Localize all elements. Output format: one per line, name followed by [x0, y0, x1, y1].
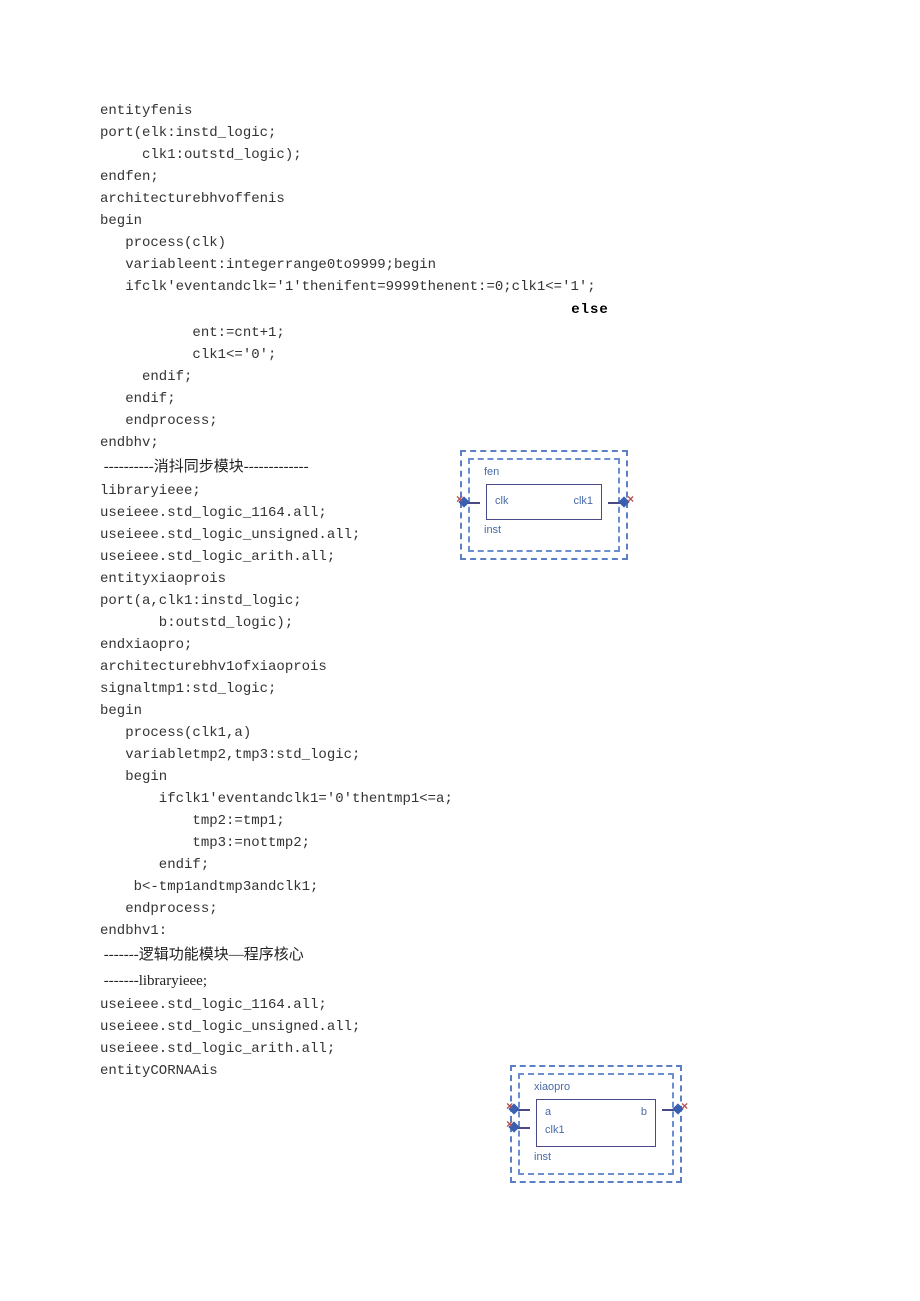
block-diagram-fen: fen clk clk1 inst × × [460, 450, 628, 560]
code-line: entityxiaoprois [100, 568, 820, 590]
code-line: begin [100, 766, 820, 788]
code-line: begin [100, 700, 820, 722]
code-line: port(a,clk1:instd_logic; [100, 590, 820, 612]
code-line: endxiaopro; [100, 634, 820, 656]
code-line: clk1:outstd_logic); [100, 144, 820, 166]
instance-name: inst [484, 524, 612, 536]
code-line: useieee.std_logic_unsigned.all; [100, 1016, 820, 1038]
code-line: begin [100, 210, 820, 232]
code-line: clk1<='0'; [100, 344, 820, 366]
code-line: entityCORNAAis [100, 1060, 820, 1082]
port-label-in: clk [495, 495, 508, 507]
module-name: fen [484, 466, 612, 478]
port-label-in-clk1: clk1 [545, 1124, 565, 1136]
port-label-out-b: b [641, 1106, 647, 1118]
code-line: endprocess; [100, 898, 820, 920]
code-line: entityfenis [100, 100, 820, 122]
port-label-out: clk1 [573, 495, 593, 507]
block-diagram-xiaopro: xiaopro a clk1 b inst × × × [510, 1065, 682, 1183]
code-line: architecturebhvoffenis [100, 188, 820, 210]
code-line: endif; [100, 854, 820, 876]
code-block-4: useieee.std_logic_1164.all; useieee.std_… [100, 994, 820, 1082]
code-line: architecturebhv1ofxiaoprois [100, 656, 820, 678]
code-line: ent:=cnt+1; [100, 322, 820, 344]
code-block-2: ent:=cnt+1; clk1<='0'; endif; endif; end… [100, 322, 820, 454]
code-line: port(elk:instd_logic; [100, 122, 820, 144]
code-line: endif; [100, 388, 820, 410]
instance-name: inst [534, 1151, 666, 1163]
code-line: endprocess; [100, 410, 820, 432]
section-heading-library: -------libraryieee; [100, 968, 820, 994]
pin-x-icon: × [456, 496, 465, 505]
code-line: variabletmp2,tmp3:std_logic; [100, 744, 820, 766]
port-label-in-a: a [545, 1106, 551, 1118]
code-line: variableent:integerrange0to9999;begin [100, 254, 820, 276]
code-line: useieee.std_logic_1164.all; [100, 994, 820, 1016]
code-line: useieee.std_logic_arith.all; [100, 1038, 820, 1060]
code-line: endfen; [100, 166, 820, 188]
module-name: xiaopro [534, 1081, 666, 1093]
code-line: endbhv1: [100, 920, 820, 942]
code-line: process(clk) [100, 232, 820, 254]
module-box: a clk1 b [536, 1099, 656, 1147]
code-block-1: entityfenis port(elk:instd_logic; clk1:o… [100, 100, 820, 298]
pin-x-icon: × [681, 1103, 690, 1112]
code-line: ifclk'eventandclk='1'thenifent=9999thene… [100, 276, 820, 298]
code-line: process(clk1,a) [100, 722, 820, 744]
code-line: b<-tmp1andtmp3andclk1; [100, 876, 820, 898]
pin-x-icon: × [627, 496, 636, 505]
code-line: tmp2:=tmp1; [100, 810, 820, 832]
code-line: tmp3:=nottmp2; [100, 832, 820, 854]
code-line: endif; [100, 366, 820, 388]
module-box: clk clk1 [486, 484, 602, 520]
section-heading-logic-core: -------逻辑功能模块—程序核心 [100, 942, 820, 968]
pin-x-icon: × [506, 1121, 515, 1130]
centered-else: else [100, 298, 820, 322]
pin-x-icon: × [506, 1103, 515, 1112]
code-line: signaltmp1:std_logic; [100, 678, 820, 700]
code-line: ifclk1'eventandclk1='0'thentmp1<=a; [100, 788, 820, 810]
code-line: b:outstd_logic); [100, 612, 820, 634]
